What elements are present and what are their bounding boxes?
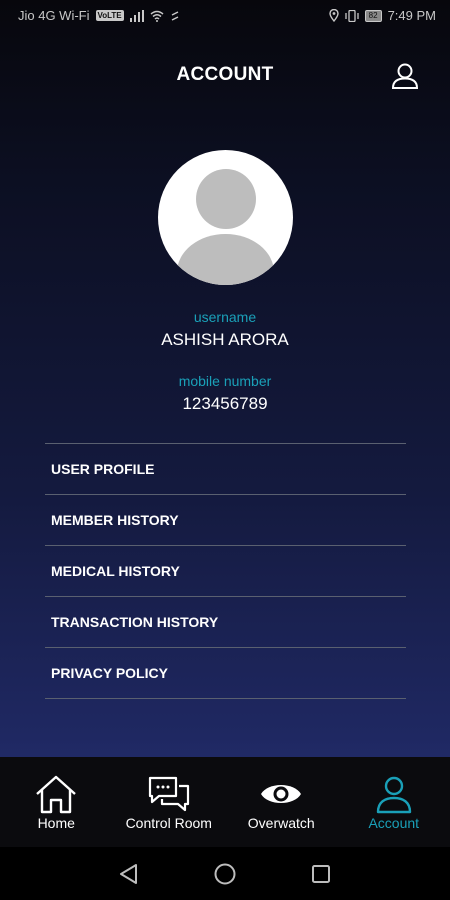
status-bar: Jio 4G Wi-Fi VoLTE 82 7:49 PM bbox=[0, 0, 450, 32]
signal-icon bbox=[129, 9, 144, 22]
tab-home[interactable]: Home bbox=[0, 757, 113, 847]
tab-control-room[interactable]: Control Room bbox=[113, 757, 226, 847]
avatar-head bbox=[196, 169, 256, 229]
account-screen: Jio 4G Wi-Fi VoLTE 82 7:49 PM ACCOUNT us… bbox=[0, 0, 450, 900]
system-nav-bar bbox=[0, 847, 450, 900]
status-left: Jio 4G Wi-Fi VoLTE bbox=[18, 8, 180, 23]
tab-account[interactable]: Account bbox=[338, 757, 450, 847]
menu-item-privacy-policy[interactable]: PRIVACY POLICY bbox=[45, 648, 406, 698]
tab-label: Overwatch bbox=[247, 815, 315, 831]
page-title: ACCOUNT bbox=[176, 64, 274, 85]
mobile-number-label: mobile number bbox=[178, 373, 272, 389]
menu-item-medical-history[interactable]: MEDICAL HISTORY bbox=[45, 546, 406, 596]
menu-item-label: MEDICAL HISTORY bbox=[51, 563, 180, 579]
menu-item-member-history[interactable]: MEMBER HISTORY bbox=[45, 495, 406, 545]
tab-overwatch[interactable]: Overwatch bbox=[225, 757, 338, 847]
menu-item-user-profile[interactable]: USER PROFILE bbox=[45, 444, 406, 494]
data-transfer-icon bbox=[170, 10, 180, 22]
tab-label: Home bbox=[37, 815, 75, 831]
wifi-icon bbox=[150, 10, 164, 22]
status-right: 82 7:49 PM bbox=[328, 8, 436, 23]
username-label: username bbox=[193, 309, 257, 325]
menu-item-label: PRIVACY POLICY bbox=[51, 665, 168, 681]
carrier-text: Jio 4G Wi-Fi bbox=[18, 8, 90, 23]
tab-label: Control Room bbox=[125, 815, 212, 831]
battery-indicator: 82 bbox=[364, 9, 382, 22]
username-value: ASHISH ARORA bbox=[161, 330, 289, 349]
chat-icon bbox=[146, 775, 192, 815]
divider bbox=[45, 698, 406, 699]
volte-badge: VoLTE bbox=[95, 10, 124, 21]
mobile-number-value: 123456789 bbox=[182, 394, 268, 413]
account-menu: USER PROFILE MEMBER HISTORY MEDICAL HIST… bbox=[45, 443, 406, 699]
menu-item-label: TRANSACTION HISTORY bbox=[51, 614, 219, 630]
vibrate-icon bbox=[345, 9, 359, 22]
home-circle-icon[interactable] bbox=[212, 861, 238, 887]
user-icon bbox=[371, 775, 417, 815]
bottom-tab-bar: Home Control Room Overwatch Account bbox=[0, 757, 450, 847]
menu-item-label: USER PROFILE bbox=[51, 461, 155, 477]
recents-square-icon[interactable] bbox=[308, 861, 334, 887]
menu-item-label: MEMBER HISTORY bbox=[51, 512, 179, 528]
menu-item-transaction-history[interactable]: TRANSACTION HISTORY bbox=[45, 597, 406, 647]
location-icon bbox=[328, 9, 339, 22]
eye-icon bbox=[258, 775, 304, 815]
avatar-body bbox=[177, 234, 274, 285]
default-avatar-icon[interactable] bbox=[158, 150, 293, 285]
tab-label: Account bbox=[368, 815, 420, 831]
clock-text: 7:49 PM bbox=[387, 8, 436, 23]
user-outline-icon[interactable] bbox=[390, 62, 420, 90]
home-icon bbox=[33, 775, 79, 815]
back-triangle-icon[interactable] bbox=[116, 861, 142, 887]
